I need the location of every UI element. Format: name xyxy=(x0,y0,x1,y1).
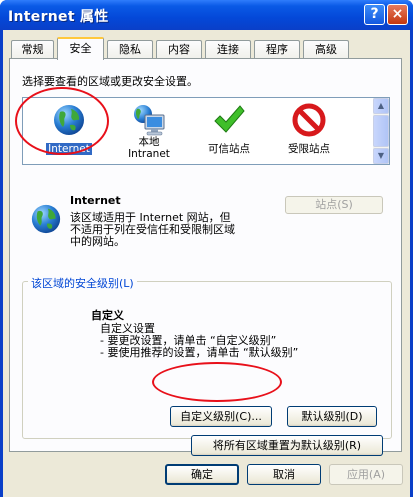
dialog-window: Internet 属性 ? × 常规 安全 隐私 内容 连接 程序 高级 选择要… xyxy=(0,0,413,497)
window-title: Internet 属性 xyxy=(8,9,109,25)
tab-general[interactable]: 常规 xyxy=(11,40,54,59)
security-level-group-title: 该区域的安全级别(L) xyxy=(28,275,137,291)
scroll-down-icon[interactable]: ▼ xyxy=(373,148,389,164)
custom-level-button[interactable]: 自定义级别(C)... xyxy=(170,406,272,427)
scroll-up-icon[interactable]: ▲ xyxy=(373,98,389,114)
tab-programs[interactable]: 程序 xyxy=(254,40,300,59)
computer-icon xyxy=(134,105,165,136)
globe-icon xyxy=(54,105,84,135)
dialog-client: 常规 安全 隐私 内容 连接 程序 高级 选择要查看的区域或更改安全设置。 In… xyxy=(3,30,410,497)
scroll-thumb[interactable] xyxy=(373,115,389,147)
security-level-title: 自定义 xyxy=(91,309,124,322)
reset-all-zones-button[interactable]: 将所有区域重置为默认级别(R) xyxy=(191,435,383,456)
zone-info-globe-icon xyxy=(31,204,61,234)
tab-privacy[interactable]: 隐私 xyxy=(107,40,153,59)
zone-instruction: 选择要查看的区域或更改安全设置。 xyxy=(22,75,198,88)
checkmark-icon xyxy=(214,105,245,133)
apply-button[interactable]: 应用(A) xyxy=(329,464,403,485)
zone-list[interactable]: Internet 本地 Intranet 可信站点 受限站点 ▲ ▼ xyxy=(22,97,390,165)
zone-restricted-sites-label: 受限站点 xyxy=(288,143,330,155)
title-bar[interactable]: Internet 属性 ? × xyxy=(0,0,413,30)
zone-internet-label: Internet xyxy=(46,143,92,155)
zone-internet[interactable]: Internet xyxy=(29,101,109,161)
zone-restricted-sites[interactable]: 受限站点 xyxy=(269,101,349,161)
security-level-description: 自定义设置 - 要更改设置，请单击 “自定义级别” - 要使用推荐的设置，请单击… xyxy=(100,322,299,359)
tab-connections[interactable]: 连接 xyxy=(205,40,251,59)
tab-advanced[interactable]: 高级 xyxy=(303,40,349,59)
zone-local-intranet-label: 本地 Intranet xyxy=(128,136,170,160)
cancel-button[interactable]: 取消 xyxy=(247,464,321,485)
security-panel: 选择要查看的区域或更改安全设置。 Internet 本地 Intranet 可信… xyxy=(9,58,402,456)
close-button[interactable]: × xyxy=(387,4,408,25)
help-button[interactable]: ? xyxy=(364,4,385,25)
zone-trusted-sites-label: 可信站点 xyxy=(208,143,250,155)
zone-trusted-sites[interactable]: 可信站点 xyxy=(189,101,269,161)
tab-content[interactable]: 内容 xyxy=(156,40,202,59)
sites-button[interactable]: 站点(S) xyxy=(285,196,383,214)
default-level-button[interactable]: 默认级别(D) xyxy=(287,406,377,427)
zone-local-intranet[interactable]: 本地 Intranet xyxy=(109,101,189,161)
zone-name: Internet xyxy=(70,194,121,207)
forbidden-icon xyxy=(292,103,326,137)
zone-list-scrollbar[interactable]: ▲ ▼ xyxy=(373,98,389,164)
ok-button[interactable]: 确定 xyxy=(165,464,239,485)
tab-security[interactable]: 安全 xyxy=(57,37,104,60)
zone-description: 该区域适用于 Internet 网站，但 不适用于列在受信任和受限制区域 中的网… xyxy=(70,211,235,248)
